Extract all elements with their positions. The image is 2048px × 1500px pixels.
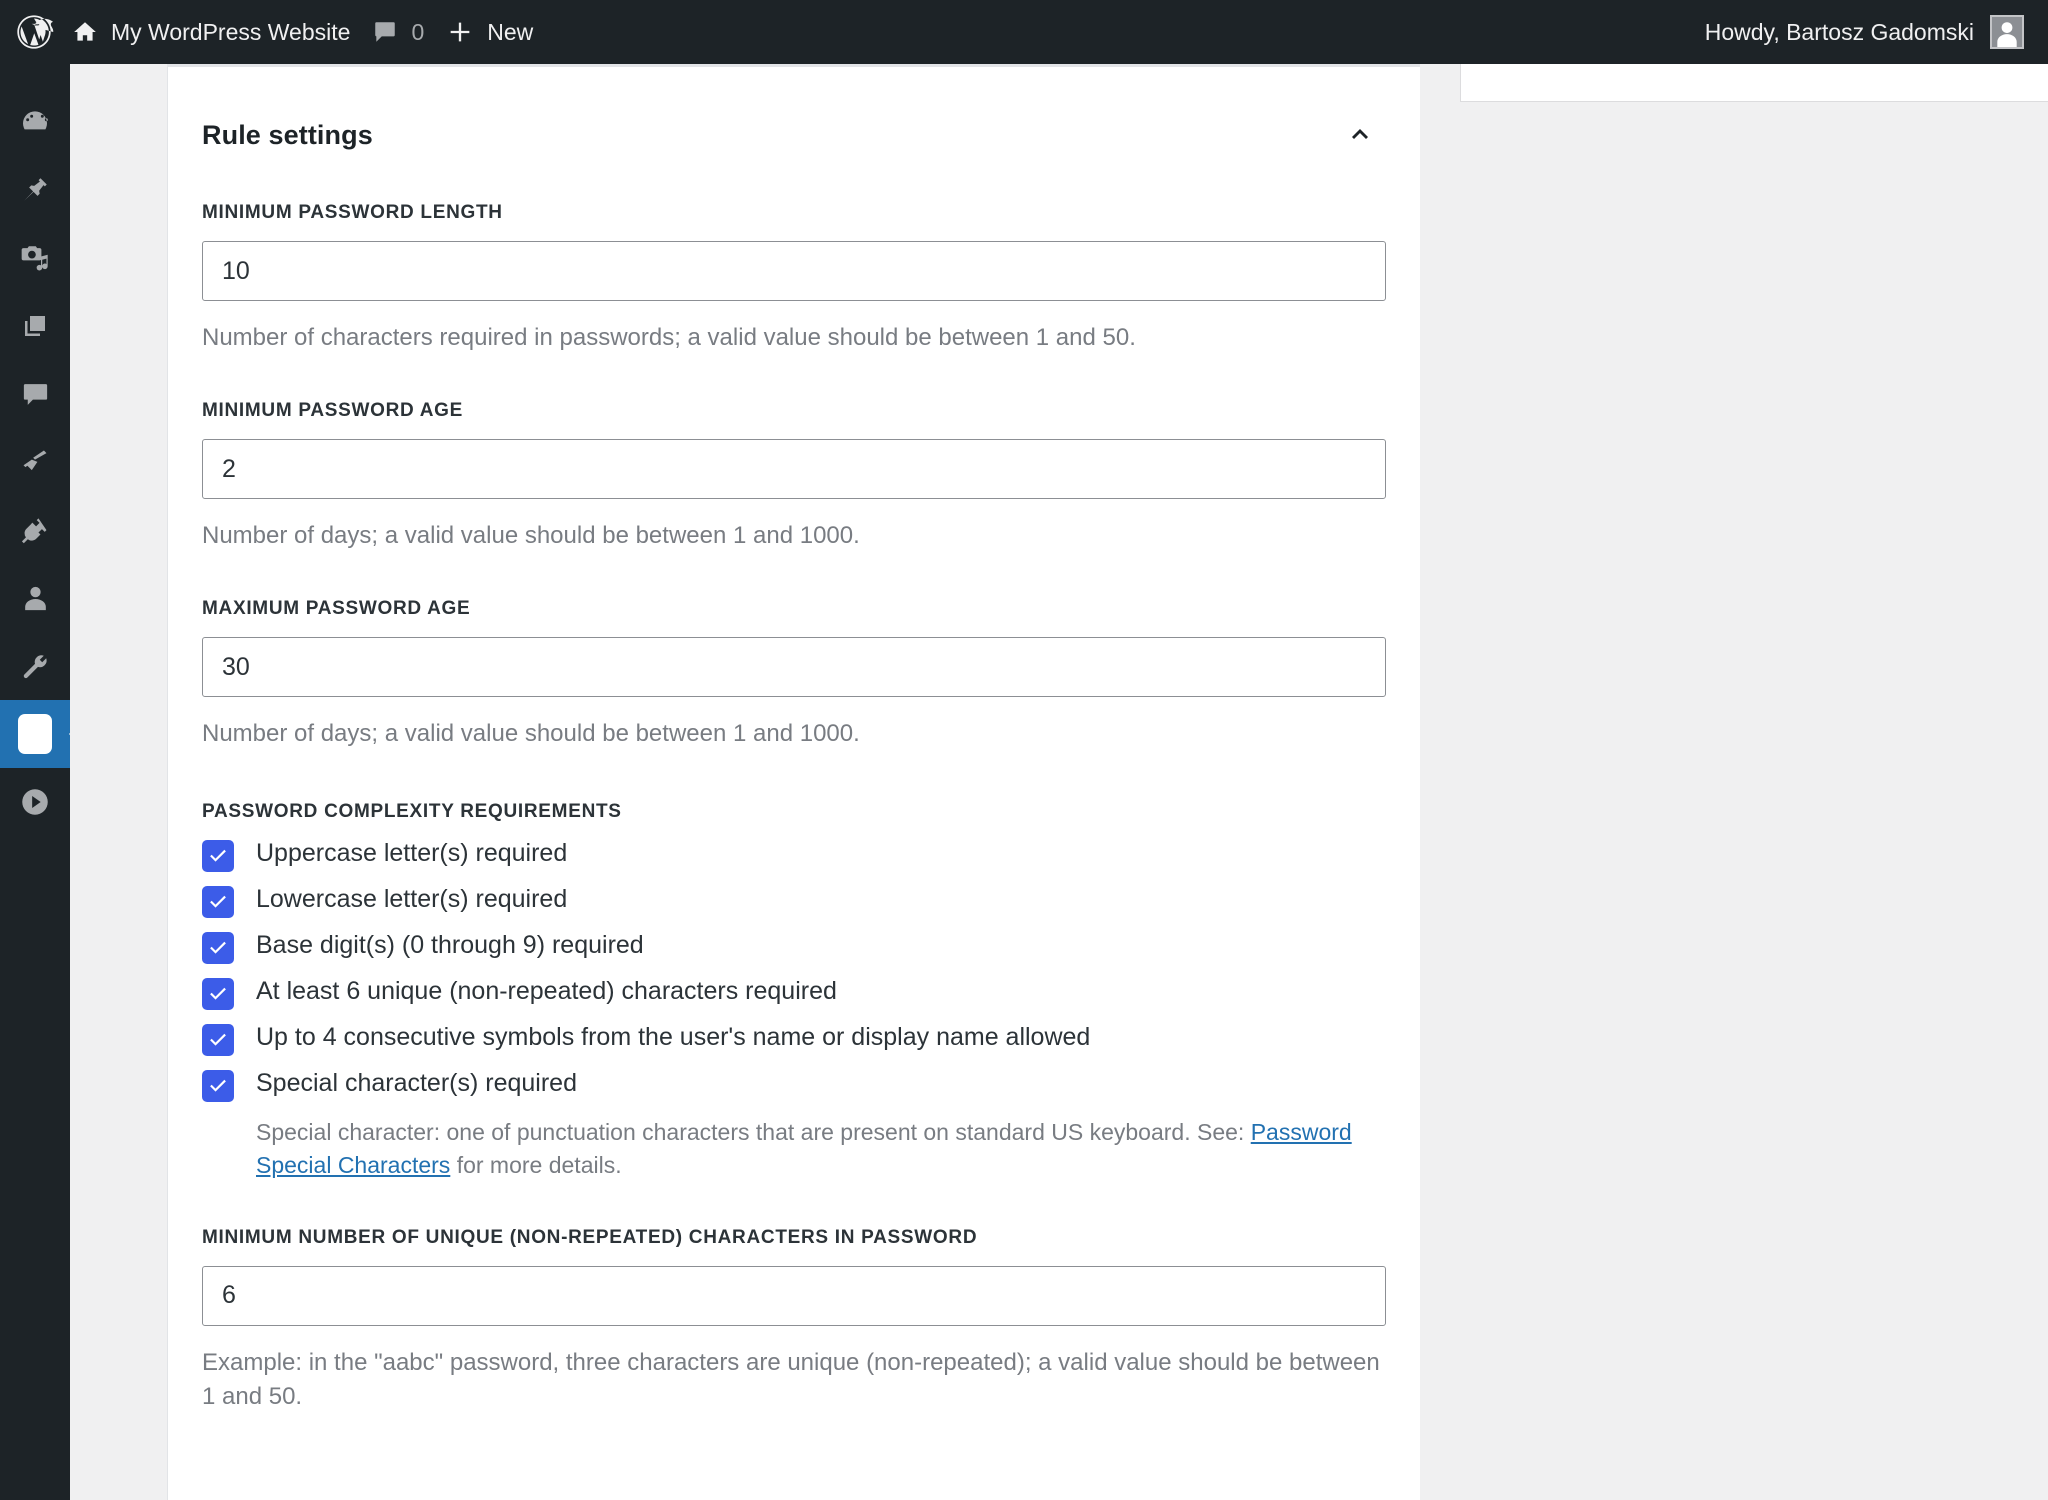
menu-top-spacer xyxy=(0,64,70,88)
field-minimum-password-age: MINIMUM PASSWORD AGE 2 Number of days; a… xyxy=(202,400,1386,553)
field-label: MINIMUM NUMBER OF UNIQUE (NON-REPEATED) … xyxy=(202,1226,978,1248)
comment-bubble-icon xyxy=(18,377,52,411)
sidebar-item-posts[interactable] xyxy=(0,156,70,224)
pin-icon xyxy=(18,173,52,207)
checkbox-label: Up to 4 consecutive symbols from the use… xyxy=(256,1023,1091,1052)
maximum-password-age-input[interactable]: 30 xyxy=(202,637,1386,698)
checkbox-checked-icon[interactable] xyxy=(202,840,234,873)
minimum-unique-characters-input[interactable]: 6 xyxy=(202,1265,1386,1326)
wordpress-logo-icon xyxy=(14,12,54,52)
sidebar-item-users[interactable] xyxy=(0,564,70,632)
new-label: New xyxy=(487,18,534,45)
plug-icon xyxy=(18,513,52,547)
rule-settings-card: Rule settings MINIMUM PASSWORD LENGTH 10… xyxy=(168,64,1420,1500)
collapse-toggle-button[interactable] xyxy=(1338,113,1382,157)
wrench-icon xyxy=(18,649,52,683)
field-label: MINIMUM PASSWORD LENGTH xyxy=(202,202,503,223)
special-character-note: Special character: one of punctuation ch… xyxy=(256,1116,1386,1181)
rule-settings-header: Rule settings xyxy=(168,67,1420,157)
wordpress-logo-button[interactable] xyxy=(0,0,72,64)
field-label: MAXIMUM PASSWORD AGE xyxy=(202,598,471,620)
field-label: MINIMUM PASSWORD AGE xyxy=(202,400,463,422)
field-minimum-unique-characters: MINIMUM NUMBER OF UNIQUE (NON-REPEATED) … xyxy=(202,1227,1386,1414)
checkbox-label: At least 6 unique (non-repeated) charact… xyxy=(256,977,837,1006)
field-minimum-password-length: MINIMUM PASSWORD LENGTH 10 Number of cha… xyxy=(202,202,1386,355)
checkbox-row-unique-chars-required[interactable]: At least 6 unique (non-repeated) charact… xyxy=(202,975,1386,1011)
checkbox-checked-icon[interactable] xyxy=(202,886,234,919)
rule-settings-body: MINIMUM PASSWORD LENGTH 10 Number of cha… xyxy=(168,202,1420,1474)
minimum-password-length-input[interactable]: 10 xyxy=(202,241,1386,301)
checkbox-row-consecutive-symbols-allowed[interactable]: Up to 4 consecutive symbols from the use… xyxy=(202,1021,1386,1057)
howdy-label: Howdy, Bartosz Gadomski xyxy=(1704,18,1974,45)
special-character-note-text-before: Special character: one of punctuation ch… xyxy=(256,1119,1251,1146)
media-camera-music-icon xyxy=(18,241,52,275)
plus-icon xyxy=(446,18,474,46)
field-description: Number of days; a valid value should be … xyxy=(202,720,860,748)
field-description: Number of days; a valid value should be … xyxy=(202,522,860,550)
home-icon xyxy=(72,19,98,45)
comment-count: 0 xyxy=(411,18,425,45)
new-content-menu[interactable]: New xyxy=(446,0,555,64)
checkbox-checked-icon[interactable] xyxy=(202,978,234,1011)
sidebar-item-comments[interactable] xyxy=(0,360,70,428)
checkbox-checked-icon[interactable] xyxy=(202,932,234,965)
content-area: Rule settings MINIMUM PASSWORD LENGTH 10… xyxy=(70,64,2048,1500)
sidebar-item-dashboard[interactable] xyxy=(0,88,70,156)
site-name-label: My WordPress Website xyxy=(111,18,351,45)
checkbox-label: Uppercase letter(s) required xyxy=(256,839,568,868)
admin-sidebar xyxy=(0,64,78,1500)
dashboard-gauge-icon xyxy=(18,105,52,139)
paint-brush-icon xyxy=(18,445,52,479)
site-name-menu[interactable]: My WordPress Website xyxy=(72,0,372,64)
complexity-section-label: PASSWORD COMPLEXITY REQUIREMENTS xyxy=(202,801,622,823)
field-maximum-password-age: MAXIMUM PASSWORD AGE 30 Number of days; … xyxy=(202,598,1386,751)
sidebar-item-plugins[interactable] xyxy=(0,496,70,564)
sliders-icon xyxy=(18,714,52,754)
sidebar-item-media[interactable] xyxy=(0,224,70,292)
sidebar-item-tools[interactable] xyxy=(0,632,70,700)
sidebar-item-settings[interactable] xyxy=(0,700,78,768)
pages-stack-icon xyxy=(18,309,52,343)
play-circle-icon xyxy=(18,785,52,819)
side-panel-stub xyxy=(1460,64,2048,102)
checkbox-row-uppercase-required[interactable]: Uppercase letter(s) required xyxy=(202,837,1386,873)
checkbox-checked-icon[interactable] xyxy=(202,1070,234,1103)
checkbox-row-special-char-required[interactable]: Special character(s) required xyxy=(202,1067,1386,1103)
field-description: Number of characters required in passwor… xyxy=(202,324,1136,351)
checkbox-row-base-digits-required[interactable]: Base digit(s) (0 through 9) required xyxy=(202,929,1386,965)
comments-bubble-button[interactable]: 0 xyxy=(372,0,446,64)
comment-bubble-icon xyxy=(372,19,398,45)
sidebar-item-pages[interactable] xyxy=(0,292,70,360)
admin-bar: My WordPress Website 0 New Howdy, Bartos… xyxy=(0,0,2048,64)
checkbox-label: Base digit(s) (0 through 9) required xyxy=(256,931,644,960)
sliders-icon-chip xyxy=(18,714,52,754)
field-description: Example: in the "aabc" password, three c… xyxy=(202,1348,1380,1410)
sidebar-item-appearance[interactable] xyxy=(0,428,70,496)
special-character-note-text-after: for more details. xyxy=(450,1151,622,1178)
checkbox-label: Special character(s) required xyxy=(256,1069,577,1098)
chevron-up-icon xyxy=(1345,118,1375,153)
password-complexity-section: PASSWORD COMPLEXITY REQUIREMENTS Upperca… xyxy=(202,801,1386,1181)
avatar xyxy=(1990,15,2024,49)
checkbox-row-lowercase-required[interactable]: Lowercase letter(s) required xyxy=(202,883,1386,919)
minimum-password-age-input[interactable]: 2 xyxy=(202,439,1386,500)
checkbox-checked-icon[interactable] xyxy=(202,1024,234,1057)
checkbox-label: Lowercase letter(s) required xyxy=(256,885,568,914)
account-menu[interactable]: Howdy, Bartosz Gadomski xyxy=(1705,0,2048,64)
user-icon xyxy=(18,581,52,615)
complexity-checkbox-list: Uppercase letter(s) required Lowercase l… xyxy=(202,837,1386,1103)
page-title: Rule settings xyxy=(202,119,373,150)
sidebar-item-media-player[interactable] xyxy=(0,768,70,836)
